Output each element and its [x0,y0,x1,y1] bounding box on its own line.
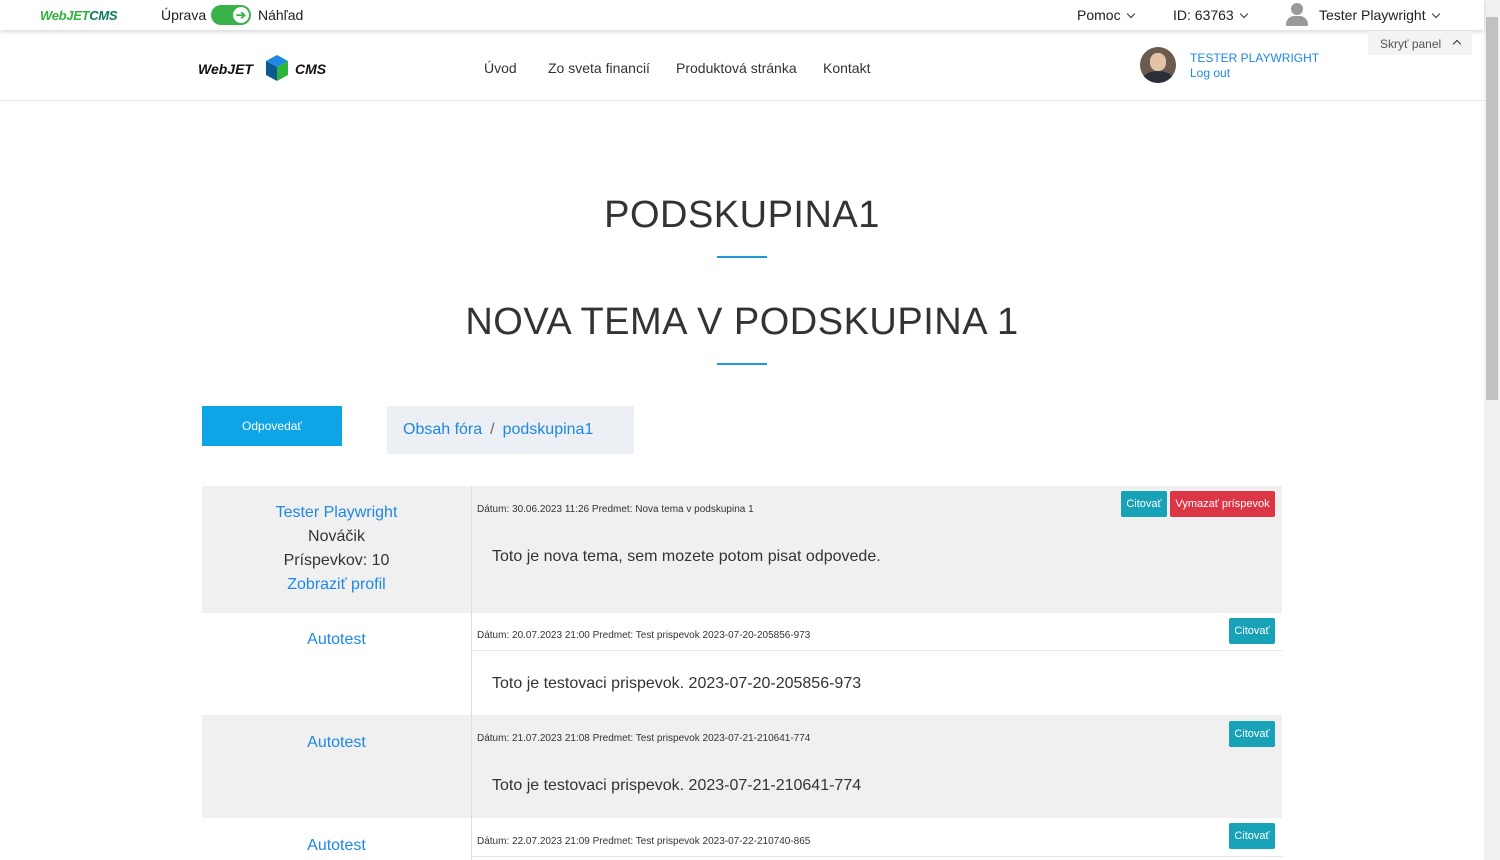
post-text: Toto je nova tema, sem mozete potom pisa… [492,548,881,565]
nav-item-uvod[interactable]: Úvod [484,60,517,76]
post-meta: Dátum: 30.06.2023 11:26 Predmet: Nova te… [477,504,754,515]
admin-toolbar: WebJETCMS Úprava ➔ Náhľad Pomoc ID: 6376… [0,0,1484,30]
user-menu[interactable]: Tester Playwright [1319,7,1440,23]
post-content: Dátum: 22.07.2023 21:09 Predmet: Test pr… [471,818,1282,860]
user-icon [1286,3,1308,27]
site-logo-text-left: WebJET [198,61,253,77]
quote-button[interactable]: Citovať [1229,823,1275,849]
doc-id-label: ID: 63763 [1173,7,1234,23]
post-divider [472,856,1282,857]
nav-item-zo-sveta-financii[interactable]: Zo sveta financií [548,60,650,76]
post-author-info: Autotest [202,628,471,652]
post-author-link[interactable]: Autotest [202,628,471,652]
cube-logo-icon [266,55,288,81]
edit-mode-label: Úprava [161,7,207,23]
post-text: Toto je testovaci prispevok. 2023-07-20-… [492,675,862,692]
page-title: PODSKUPINA1 [604,194,880,236]
post-author-link[interactable]: Tester Playwright [202,501,471,525]
breadcrumb-separator: / [490,421,495,438]
post-text: Toto je testovaci prispevok. 2023-07-21-… [492,777,862,794]
post-author-link[interactable]: Autotest [202,731,471,755]
post-author-info: Tester Playwright Nováčik Príspevkov: 10… [202,501,471,597]
quote-button[interactable]: Citovať [1229,618,1275,644]
post-meta: Dátum: 21.07.2023 21:08 Predmet: Test pr… [477,733,811,744]
doc-id-menu[interactable]: ID: 63763 [1173,7,1248,23]
chevron-down-icon [1431,9,1440,19]
user-profile-link[interactable]: TESTER PLAYWRIGHT [1190,51,1319,65]
post-author-link[interactable]: Autotest [202,834,471,858]
hide-panel-label: Skryť panel [1380,37,1442,51]
scrollbar-thumb[interactable] [1486,17,1498,400]
nav-item-produktova-stranka[interactable]: Produktová stránka [676,60,797,76]
user-menu-label: Tester Playwright [1319,7,1426,23]
preview-mode-label: Náhľad [258,7,304,23]
forum-post: Autotest Dátum: 22.07.2023 21:09 Predmet… [202,818,1282,860]
post-author-count: Príspevkov: 10 [283,552,390,569]
post-meta: Dátum: 22.07.2023 21:09 Predmet: Test pr… [477,836,811,847]
site-header: WebJET CMS Úvod Zo sveta financií Produk… [0,30,1484,101]
delete-post-button[interactable]: Vymazať príspevok [1170,491,1275,517]
avatar [1140,47,1176,83]
post-meta: Dátum: 20.07.2023 21:00 Predmet: Test pr… [477,630,811,641]
title-divider [717,256,767,258]
topic-divider [717,363,767,365]
chevron-down-icon [1126,9,1135,19]
forum-post: Autotest Dátum: 21.07.2023 21:08 Predmet… [202,715,1282,818]
forum-post: Tester Playwright Nováčik Príspevkov: 10… [202,486,1282,613]
help-menu[interactable]: Pomoc [1077,7,1135,23]
logo-text-cms: CMS [89,8,118,23]
post-author-rank: Nováčik [308,528,365,545]
chevron-down-icon [1239,9,1248,19]
post-content: Dátum: 21.07.2023 21:08 Predmet: Test pr… [471,715,1282,818]
post-content: Dátum: 20.07.2023 21:00 Predmet: Test pr… [471,613,1282,715]
topic-title: NOVA TEMA V PODSKUPINA 1 [465,301,1019,343]
quote-button[interactable]: Citovať [1121,491,1167,517]
forum-post: Autotest Dátum: 20.07.2023 21:00 Predmet… [202,613,1282,715]
post-content: Dátum: 30.06.2023 11:26 Predmet: Nova te… [471,486,1282,613]
edit-preview-toggle[interactable]: ➔ [211,5,251,25]
arrow-right-icon: ➔ [233,7,249,23]
breadcrumb-subgroup[interactable]: podskupina1 [503,421,594,438]
site-logo-text-right: CMS [295,61,327,77]
post-divider [472,650,1282,651]
chevron-up-icon [1452,39,1462,49]
post-author-info: Autotest [202,731,471,755]
quote-button[interactable]: Citovať [1229,721,1275,747]
breadcrumb: Obsah fóra / podskupina1 [387,406,634,454]
logo-text-webjet: WebJET [40,8,90,23]
hide-panel-button[interactable]: Skryť panel [1368,31,1472,55]
view-profile-link[interactable]: Zobraziť profil [202,573,471,597]
nav-item-kontakt[interactable]: Kontakt [823,60,870,76]
logout-link[interactable]: Log out [1190,66,1230,80]
help-menu-label: Pomoc [1077,7,1121,23]
webjet-admin-logo[interactable]: WebJETCMS [40,8,118,23]
post-author-info: Autotest [202,834,471,858]
breadcrumb-forum-home[interactable]: Obsah fóra [403,421,482,438]
reply-button[interactable]: Odpovedať [202,406,342,446]
